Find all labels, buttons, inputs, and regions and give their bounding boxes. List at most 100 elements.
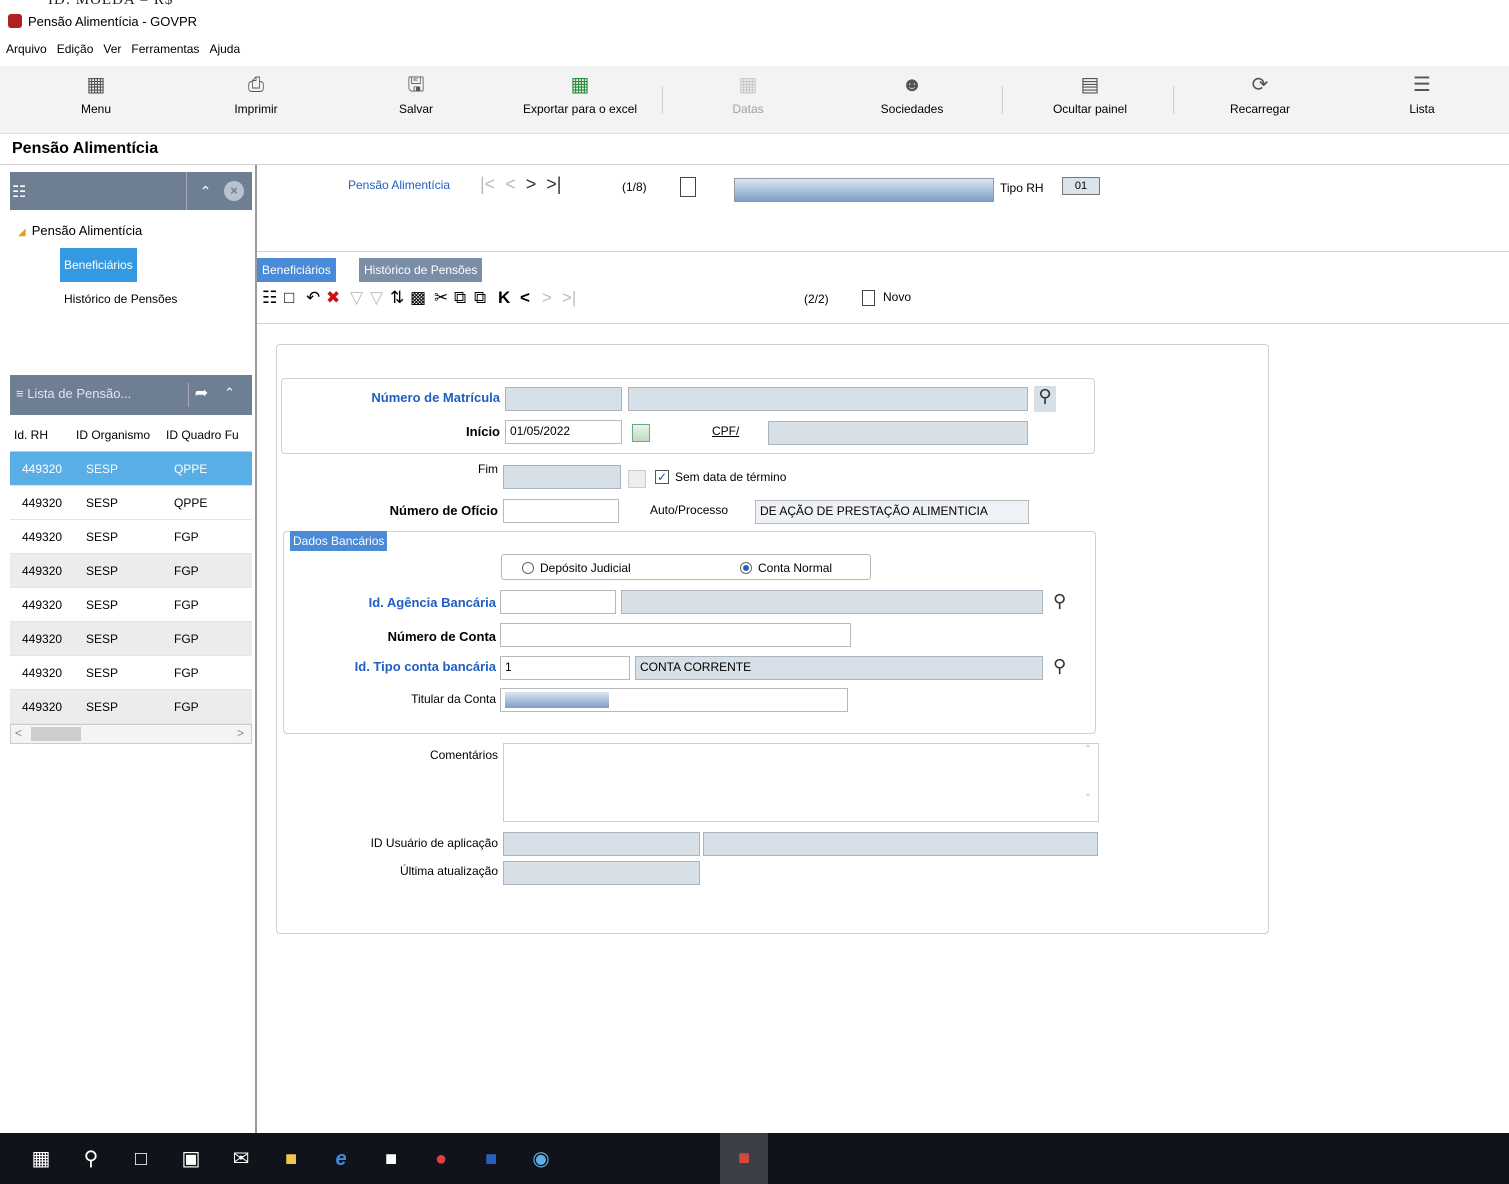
copy-icon[interactable]: ⧉ <box>454 288 466 308</box>
list-icon: ☰ <box>1413 74 1431 96</box>
mail-icon[interactable]: ✉ <box>228 1146 254 1172</box>
dates-button[interactable]: ▦ Datas <box>688 72 808 116</box>
next-icon[interactable]: > <box>542 288 552 308</box>
account-type-radio-group: Depósito Judicial Conta Normal <box>501 554 871 580</box>
list-panel-header: ≡ Lista de Pensão... ➦ ⌃ <box>10 375 252 415</box>
auto-processo-field: DE AÇÃO DE PRESTAÇÃO ALIMENTICIA <box>755 500 1029 524</box>
comentarios-textarea[interactable]: ⌃ ⌄ <box>503 743 1099 822</box>
menu-ajuda[interactable]: Ajuda <box>209 42 240 56</box>
list-row[interactable]: 449320 SESP FGP <box>10 588 252 622</box>
prev-icon[interactable]: < <box>520 288 530 308</box>
fim-input[interactable] <box>503 465 621 489</box>
windows-taskbar: ▦ ⚲ □ ▣ ✉ ■ e ■ ● ■ ◉ ■ <box>0 1133 1509 1184</box>
govpr-app-icon[interactable]: ■ <box>720 1133 768 1184</box>
prev-record-icon[interactable]: < <box>500 174 516 194</box>
list-row[interactable]: 449320 SESP FGP <box>10 520 252 554</box>
menu-ver[interactable]: Ver <box>103 42 121 56</box>
calendar-icon: ▦ <box>738 74 758 96</box>
scroll-right-icon[interactable]: > <box>237 726 244 740</box>
col-header[interactable]: ID Quadro Fu <box>166 428 239 442</box>
share-icon[interactable]: ➦ <box>188 383 214 407</box>
radio-conta-normal[interactable]: Conta Normal <box>740 561 832 575</box>
menu-arquivo[interactable]: Arquivo <box>6 42 47 56</box>
binoculars-icon[interactable]: ▩ <box>410 288 426 308</box>
search-icon[interactable]: ⚲ <box>78 1146 104 1172</box>
list-horizontal-scrollbar[interactable]: < > <box>10 724 252 744</box>
sem-data-checkbox[interactable]: ✓ <box>655 470 669 484</box>
menu-button[interactable]: ▦ Menu <box>36 72 156 116</box>
list-row[interactable]: 449320 SESP FGP <box>10 622 252 656</box>
last-icon[interactable]: >| <box>562 288 576 308</box>
cut-icon[interactable]: ✂ <box>434 288 448 308</box>
tab-beneficiarios[interactable]: Beneficiários <box>257 258 336 282</box>
menu-ferramentas[interactable]: Ferramentas <box>131 42 199 56</box>
undo-icon[interactable]: ↶ <box>306 288 320 308</box>
search-icon[interactable]: ⚲ <box>1053 591 1066 612</box>
calendar-icon[interactable] <box>632 424 650 442</box>
list-row[interactable]: 449320 SESP FGP <box>10 554 252 588</box>
scroll-left-icon[interactable]: < <box>15 726 22 740</box>
radio-deposito[interactable]: Depósito Judicial <box>522 561 631 575</box>
clear-filter-icon[interactable]: ▽ <box>370 288 383 308</box>
inicio-input[interactable]: 01/05/2022 <box>505 420 622 444</box>
new-record-icon[interactable]: □ <box>284 288 294 308</box>
list-row[interactable]: 449320 SESP QPPE <box>10 452 252 486</box>
matricula-input[interactable] <box>505 387 622 411</box>
list-row[interactable]: 449320 SESP QPPE <box>10 486 252 520</box>
new-button[interactable]: Novo <box>862 290 911 306</box>
document-icon[interactable] <box>680 177 696 197</box>
last-record-icon[interactable]: >| <box>541 174 561 194</box>
filter-icon[interactable]: ▽ <box>350 288 363 308</box>
tipo-conta-input[interactable]: 1 <box>500 656 630 680</box>
save-button[interactable]: 🖫 Salvar <box>356 72 476 116</box>
list-row[interactable]: 449320 SESP FGP <box>10 690 252 724</box>
user-group-icon: ☻ <box>901 74 923 96</box>
menu-edicao[interactable]: Edição <box>57 42 94 56</box>
tab-historico[interactable]: Histórico de Pensões <box>359 258 483 282</box>
close-icon[interactable]: × <box>224 181 244 201</box>
notes-icon[interactable]: ■ <box>378 1146 404 1172</box>
store-icon[interactable]: ▣ <box>178 1146 204 1172</box>
hide-panel-button[interactable]: ▤ Ocultar painel <box>1030 72 1150 116</box>
list-row[interactable]: 449320 SESP FGP <box>10 656 252 690</box>
conta-input[interactable] <box>500 623 851 647</box>
tree-item-beneficiarios[interactable]: Beneficiários <box>60 248 137 282</box>
radio-selected-icon <box>740 562 752 574</box>
tree-root[interactable]: ◢ Pensão Alimentícia <box>18 223 142 238</box>
next-record-icon[interactable]: > <box>521 174 537 194</box>
edge-icon[interactable]: e <box>328 1146 354 1172</box>
col-header[interactable]: Id. RH <box>14 428 48 442</box>
search-icon[interactable]: ⚲ <box>1053 656 1066 677</box>
paste-icon[interactable]: ⧉ <box>474 288 486 308</box>
collapse-up-icon[interactable]: ⌃ <box>224 385 235 401</box>
list-button[interactable]: ☰ Lista <box>1362 72 1482 116</box>
oficio-input[interactable] <box>503 499 619 523</box>
textarea-scrollbar[interactable]: ⌃ ⌄ <box>1078 744 1098 821</box>
search-icon[interactable]: ⚲ <box>1034 386 1056 412</box>
tree-item-historico[interactable]: Histórico de Pensões <box>64 292 177 306</box>
titular-input[interactable] <box>500 688 848 712</box>
chrome-icon[interactable]: ● <box>428 1146 454 1172</box>
file-explorer-icon[interactable]: ■ <box>278 1146 304 1172</box>
agencia-input[interactable] <box>500 590 616 614</box>
windows-start-icon[interactable]: ▦ <box>28 1146 54 1172</box>
sort-icon[interactable]: ⇅ <box>390 288 404 308</box>
export-excel-button[interactable]: ▦ Exportar para o excel <box>510 72 650 116</box>
record-nav-label: Pensão Alimentícia <box>348 178 451 192</box>
collapse-up-icon[interactable]: ⌃ <box>186 172 224 210</box>
first-icon[interactable]: K <box>498 288 510 308</box>
task-view-icon[interactable]: □ <box>128 1146 154 1172</box>
col-header[interactable]: ID Organismo <box>76 428 150 442</box>
reload-button[interactable]: ⟳ Recarregar <box>1200 72 1320 116</box>
list-title: ≡ Lista de Pensão... <box>16 386 132 401</box>
internet-explorer-icon[interactable]: ◉ <box>528 1146 554 1172</box>
word-icon[interactable]: ■ <box>478 1146 504 1172</box>
scroll-thumb[interactable] <box>31 727 81 741</box>
sociedades-button[interactable]: ☻ Sociedades <box>852 72 972 116</box>
print-button[interactable]: ⎙ Imprimir <box>196 72 316 116</box>
calendar-icon[interactable] <box>628 470 646 488</box>
first-record-icon[interactable]: |< <box>480 174 495 194</box>
delete-icon[interactable]: ✖ <box>326 288 340 308</box>
atualizacao-label: Última atualização <box>399 864 498 878</box>
edit-grid-icon[interactable]: ☷ <box>262 288 277 308</box>
